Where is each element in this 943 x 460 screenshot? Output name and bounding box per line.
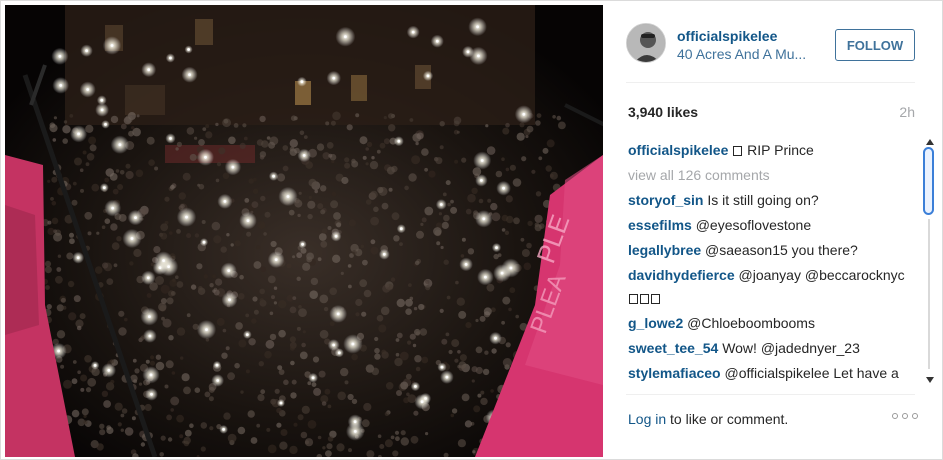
more-options-icon[interactable]: [892, 413, 918, 419]
crowd-photo-image: PLE PLEA: [5, 5, 603, 457]
comment-username[interactable]: davidhydefierce: [628, 267, 735, 283]
scroll-up-arrow-icon[interactable]: [926, 139, 934, 145]
comment-username[interactable]: stylemafiaceo: [628, 365, 721, 381]
login-link[interactable]: Log in: [628, 411, 666, 427]
comment-text: @joanyay @beccarocknyc: [739, 267, 905, 283]
comment-username[interactable]: storyof_sin: [628, 192, 703, 208]
comment-username[interactable]: legallybree: [628, 242, 701, 258]
login-prompt-text: to like or comment.: [666, 411, 788, 427]
post-photo[interactable]: PLE PLEA: [5, 5, 603, 457]
caption-username[interactable]: officialspikelee: [628, 142, 728, 158]
emoji-placeholder-icon: [733, 146, 742, 156]
comment-text: Is it still going on?: [707, 192, 818, 208]
comment-item: stylemafiaceo @officialspikelee Let have…: [628, 362, 913, 386]
scrollbar-thumb[interactable]: [923, 147, 934, 215]
comment-text: Wow! @jadednyer_23: [722, 340, 860, 356]
comment-item: sweet_tee_54 Wow! @jadednyer_23: [628, 337, 913, 360]
comment-item: g_lowe2 @Chloeboombooms: [628, 312, 913, 335]
avatar-portrait-icon: [627, 24, 666, 63]
caption-text: RIP Prince: [747, 142, 814, 158]
likes-count[interactable]: 3,940 likes: [628, 104, 698, 120]
post-details-panel: officialspikelee 40 Acres And A Mu... FO…: [604, 1, 942, 460]
dot-icon: [912, 413, 918, 419]
emoji-placeholder-icon: [640, 294, 649, 304]
comment-list[interactable]: officialspikelee RIP Prince view all 126…: [628, 139, 913, 386]
comment-item: legallybree @saeason15 you there?: [628, 239, 913, 262]
follow-button[interactable]: FOLLOW: [835, 29, 915, 61]
post-location[interactable]: 40 Acres And A Mu...: [677, 46, 827, 62]
caption: officialspikelee RIP Prince: [628, 139, 913, 162]
view-all-comments-link[interactable]: view all 126 comments: [628, 164, 913, 187]
dot-icon: [892, 413, 898, 419]
comment-username[interactable]: sweet_tee_54: [628, 340, 718, 356]
header-divider: [626, 82, 915, 83]
scroll-down-arrow-icon[interactable]: [926, 377, 934, 383]
footer-divider: [626, 394, 915, 395]
post-username[interactable]: officialspikelee: [677, 28, 777, 44]
post-header: officialspikelee 40 Acres And A Mu... FO…: [626, 19, 918, 83]
comments-scrollbar[interactable]: [922, 139, 937, 387]
login-prompt: Log in to like or comment.: [628, 411, 788, 427]
comment-text: @saeason15 you there?: [705, 242, 858, 258]
comment-username[interactable]: essefilms: [628, 217, 692, 233]
comment-item: essefilms @eyesoflovestone: [628, 214, 913, 237]
emoji-placeholder-icon: [651, 294, 660, 304]
emoji-placeholder-icon: [629, 294, 638, 304]
comment-username[interactable]: g_lowe2: [628, 315, 683, 331]
post-modal: PLE PLEA officialspikelee 40 Acres An: [0, 0, 943, 460]
dot-icon: [902, 413, 908, 419]
comment-text[interactable]: @Chloeboombooms: [687, 315, 815, 331]
comment-item: storyof_sin Is it still going on?: [628, 189, 913, 212]
post-time[interactable]: 2h: [899, 104, 915, 120]
comment-text[interactable]: @eyesoflovestone: [696, 217, 811, 233]
profile-avatar[interactable]: [626, 23, 666, 63]
comment-item: davidhydefierce @joanyay @beccarocknyc: [628, 264, 913, 310]
scrollbar-track: [928, 219, 930, 369]
